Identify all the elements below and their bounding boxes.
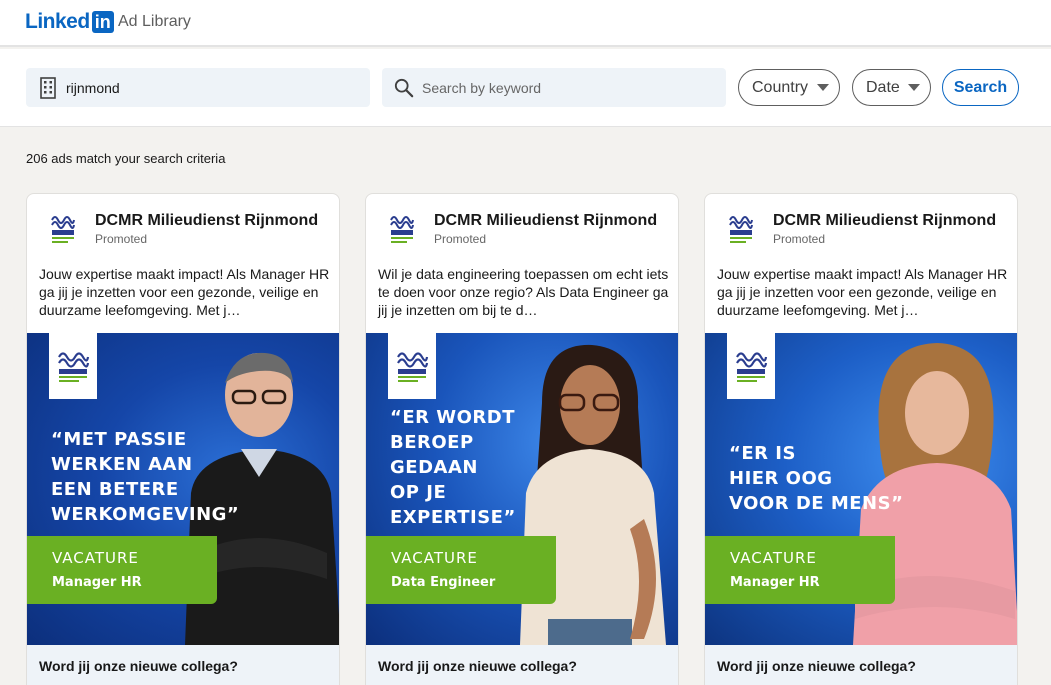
keyword-search-field	[382, 68, 726, 107]
role-label: Data Engineer	[391, 575, 496, 590]
keyword-input[interactable]	[422, 68, 712, 107]
role-label: Manager HR	[730, 575, 820, 590]
ad-card[interactable]: DCMR Milieudienst Rijnmond Promoted Jouw…	[26, 193, 340, 685]
ad-headline: Word jij onze nieuwe collega?	[717, 658, 916, 674]
vacature-badge: VACATURE Manager HR	[27, 536, 217, 604]
creative-quote: “MET PASSIE WERKEN AAN EEN BETERE WERKOM…	[51, 429, 240, 525]
linkedin-logo[interactable]: Linked in	[25, 10, 114, 34]
creative-logo-tile	[49, 333, 97, 399]
ad-headline: Word jij onze nieuwe collega?	[39, 658, 238, 674]
ad-body-text: Jouw expertise maakt impact! Als Manager…	[39, 266, 330, 318]
product-title[interactable]: Ad Library	[118, 13, 191, 31]
country-label: Country	[752, 78, 809, 96]
building-icon	[40, 77, 56, 99]
creative-logo-tile	[388, 333, 436, 399]
role-label: Manager HR	[52, 575, 142, 590]
advertiser-name[interactable]: DCMR Milieudienst Rijnmond	[434, 212, 657, 230]
company-input[interactable]	[66, 68, 356, 107]
ad-card[interactable]: DCMR Milieudienst Rijnmond Promoted Wil …	[365, 193, 679, 685]
ad-creative-image[interactable]: “ER IS HIER OOG VOOR DE MENS” VACATURE M…	[705, 333, 1017, 645]
vacature-badge: VACATURE Data Engineer	[366, 536, 556, 604]
ad-creative-image[interactable]: “MET PASSIE WERKEN AAN EEN BETERE WERKOM…	[27, 333, 339, 645]
vacature-label: VACATURE	[730, 549, 817, 567]
date-label: Date	[866, 78, 900, 96]
ad-body-text: Jouw expertise maakt impact! Als Manager…	[717, 266, 1008, 318]
ad-headline-bar[interactable]: Word jij onze nieuwe collega?	[27, 645, 339, 685]
top-bar: Linked in Ad Library	[0, 0, 1051, 47]
ad-headline: Word jij onze nieuwe collega?	[378, 658, 577, 674]
advertiser-name[interactable]: DCMR Milieudienst Rijnmond	[773, 212, 996, 230]
vacature-label: VACATURE	[391, 549, 478, 567]
country-dropdown[interactable]: Country	[738, 69, 840, 106]
ad-card[interactable]: DCMR Milieudienst Rijnmond Promoted Jouw…	[704, 193, 1018, 685]
promoted-label: Promoted	[95, 232, 148, 246]
ad-headline-bar[interactable]: Word jij onze nieuwe collega?	[366, 645, 678, 685]
chevron-down-icon	[908, 84, 920, 91]
company-search-field	[26, 68, 370, 107]
dcmr-logo-icon	[729, 216, 753, 243]
dcmr-logo-icon	[390, 216, 414, 243]
search-icon	[394, 78, 414, 98]
date-dropdown[interactable]: Date	[852, 69, 931, 106]
dcmr-logo-icon	[736, 352, 768, 382]
search-button[interactable]: Search	[942, 69, 1019, 106]
promoted-label: Promoted	[434, 232, 487, 246]
search-bar: Country Date Search	[0, 49, 1051, 127]
ad-body-text: Wil je data engineering toepassen om ech…	[378, 266, 669, 318]
logo-wordmark: Linked	[25, 10, 90, 33]
dcmr-logo-icon	[397, 352, 429, 382]
creative-quote: “ER IS HIER OOG VOOR DE MENS”	[729, 443, 904, 514]
ad-headline-bar[interactable]: Word jij onze nieuwe collega?	[705, 645, 1017, 685]
vacature-badge: VACATURE Manager HR	[705, 536, 895, 604]
chevron-down-icon	[817, 84, 829, 91]
promoted-label: Promoted	[773, 232, 826, 246]
creative-quote: “ER WORDT BEROEP GEDAAN OP JE EXPERTISE”	[390, 407, 516, 528]
logo-box: in	[91, 11, 114, 33]
dcmr-logo-icon	[51, 216, 75, 243]
dcmr-logo-icon	[58, 352, 90, 382]
creative-logo-tile	[727, 333, 775, 399]
ad-creative-image[interactable]: “ER WORDT BEROEP GEDAAN OP JE EXPERTISE”…	[366, 333, 678, 645]
results-count: 206 ads match your search criteria	[26, 151, 226, 166]
vacature-label: VACATURE	[52, 549, 139, 567]
advertiser-name[interactable]: DCMR Milieudienst Rijnmond	[95, 212, 318, 230]
